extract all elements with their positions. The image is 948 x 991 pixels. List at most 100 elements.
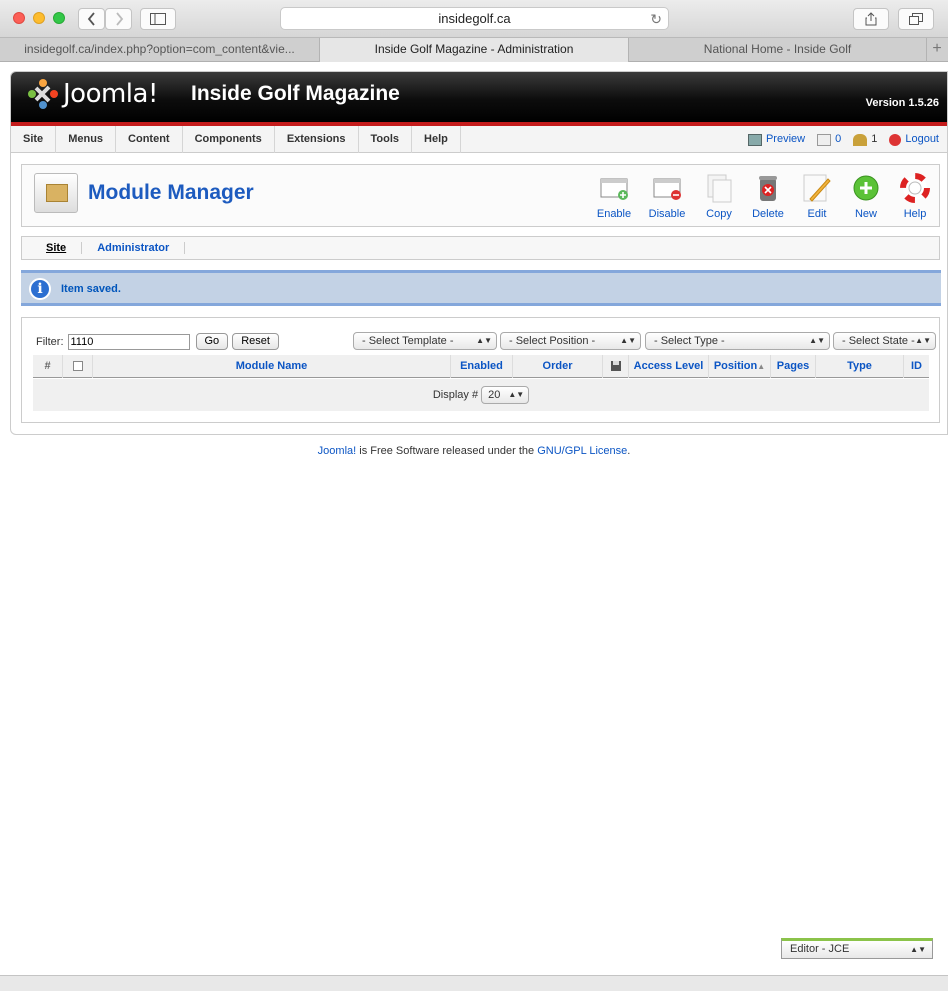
col-select-all[interactable] xyxy=(63,355,93,378)
back-button[interactable] xyxy=(78,8,105,30)
joomla-link[interactable]: Joomla! xyxy=(318,445,357,457)
menu-content[interactable]: Content xyxy=(116,125,183,153)
tabs-overview-button[interactable] xyxy=(898,8,934,30)
save-order-icon[interactable] xyxy=(610,360,622,372)
subnav-administrator[interactable]: Administrator xyxy=(82,242,186,254)
col-order[interactable]: Order xyxy=(513,355,603,378)
browser-titlebar: insidegolf.ca ↻ xyxy=(0,0,948,38)
col-type[interactable]: Type xyxy=(816,355,904,378)
col-number: # xyxy=(33,355,63,378)
module-manager-icon xyxy=(34,173,78,213)
tab-administration[interactable]: Inside Golf Magazine - Administration xyxy=(320,38,629,62)
new-tab-button[interactable]: + xyxy=(927,38,947,61)
menu-help[interactable]: Help xyxy=(412,125,461,153)
preview-icon xyxy=(747,133,762,146)
menu-extensions[interactable]: Extensions xyxy=(275,125,359,153)
joomla-logo-text: Joomla! xyxy=(63,79,158,109)
add-icon xyxy=(853,175,879,201)
preview-link[interactable]: Preview xyxy=(747,133,805,146)
license-link[interactable]: GNU/GPL License xyxy=(537,445,627,457)
messages-link[interactable]: 0 xyxy=(817,133,841,146)
menu-site[interactable]: Site xyxy=(11,125,57,153)
message-text: Item saved. xyxy=(61,283,121,295)
submenu: Site Administrator xyxy=(21,236,940,260)
menu-menus[interactable]: Menus xyxy=(56,125,117,153)
users-online: 1 xyxy=(853,133,877,146)
tabs-icon xyxy=(909,13,923,25)
admin-menubar: Site Menus Content Components Extensions… xyxy=(11,125,947,153)
col-enabled[interactable]: Enabled xyxy=(451,355,513,378)
updown-arrow-icon: ▲▼ xyxy=(915,336,931,345)
zoom-window-button[interactable] xyxy=(53,12,65,24)
copy-button[interactable]: Copy xyxy=(697,173,741,220)
version-label: Version 1.5.26 xyxy=(865,97,939,109)
menu-tools[interactable]: Tools xyxy=(359,125,413,153)
select-position[interactable]: - Select Position - ▲▼ xyxy=(500,332,641,350)
info-icon: i xyxy=(29,278,51,300)
url-text: insidegolf.ca xyxy=(438,11,511,26)
chevron-right-icon xyxy=(115,12,123,26)
tab-content[interactable]: insidegolf.ca/index.php?option=com_conte… xyxy=(0,38,320,62)
help-button[interactable]: Help xyxy=(893,173,937,220)
col-access-level[interactable]: Access Level xyxy=(629,355,709,378)
toolbar-box: Module Manager Enable Disable Copy Delet… xyxy=(21,164,940,227)
enable-button[interactable]: Enable xyxy=(592,173,636,220)
browser-tabbar: insidegolf.ca/index.php?option=com_conte… xyxy=(0,38,948,62)
users-icon xyxy=(853,133,868,146)
menu-components[interactable]: Components xyxy=(183,125,275,153)
col-pages[interactable]: Pages xyxy=(771,355,816,378)
lifebuoy-icon xyxy=(900,173,930,203)
module-list-form: Filter: Go Reset - Select Template -▲▼ -… xyxy=(21,317,940,423)
reload-icon[interactable]: ↻ xyxy=(650,8,662,30)
footer-text: is Free Software released under the xyxy=(356,445,538,457)
share-button[interactable] xyxy=(853,8,889,30)
editor-select[interactable]: Editor - JCE ▲▼ xyxy=(781,938,933,959)
admin-frame: Joomla! Inside Golf Magazine Version 1.5… xyxy=(10,71,948,435)
mail-icon xyxy=(817,133,832,146)
logout-icon xyxy=(889,133,902,146)
address-bar[interactable]: insidegolf.ca ↻ xyxy=(280,7,669,30)
joomla-logo: Joomla! xyxy=(27,78,158,110)
select-template[interactable]: - Select Template - ▲▼ xyxy=(353,332,497,350)
sidebar-button[interactable] xyxy=(140,8,176,30)
site-title: Inside Golf Magazine xyxy=(191,82,400,105)
new-button[interactable]: New xyxy=(844,173,888,220)
delete-button[interactable]: Delete xyxy=(746,173,790,220)
go-button[interactable]: Go xyxy=(195,333,229,350)
chevron-left-icon xyxy=(87,12,95,26)
updown-arrow-icon: ▲▼ xyxy=(508,390,525,400)
joomla-logo-icon xyxy=(28,79,58,109)
share-icon xyxy=(865,12,877,26)
col-save-order[interactable] xyxy=(603,355,629,378)
table-footer: Display # 20 ▲▼ xyxy=(33,378,929,411)
minimize-window-button[interactable] xyxy=(33,12,45,24)
col-position[interactable]: Position▲ xyxy=(709,355,771,378)
tab-national-home[interactable]: National Home - Inside Golf xyxy=(629,38,927,62)
reset-button[interactable]: Reset xyxy=(232,333,279,350)
copy-icon xyxy=(707,174,732,203)
edit-button[interactable]: Edit xyxy=(795,173,839,220)
updown-arrow-icon: ▲▼ xyxy=(476,336,492,345)
sidebar-icon xyxy=(150,13,166,25)
admin-header: Joomla! Inside Golf Magazine Version 1.5… xyxy=(11,72,947,126)
logout-link[interactable]: Logout xyxy=(889,133,939,146)
browser-status-bar xyxy=(0,975,948,991)
col-module-name[interactable]: Module Name xyxy=(93,355,451,378)
forward-button[interactable] xyxy=(105,8,132,30)
sort-asc-icon: ▲ xyxy=(757,362,766,371)
checkbox-icon[interactable] xyxy=(72,361,83,372)
disable-button[interactable]: Disable xyxy=(645,173,689,220)
enable-icon xyxy=(600,178,628,200)
subnav-site[interactable]: Site xyxy=(22,242,83,254)
page-title: Module Manager xyxy=(88,181,254,204)
system-message: i Item saved. xyxy=(21,270,941,306)
updown-arrow-icon: ▲▼ xyxy=(809,336,825,345)
trash-icon xyxy=(759,176,777,201)
admin-footer: Joomla! is Free Software released under … xyxy=(317,445,631,457)
filter-input[interactable] xyxy=(67,333,190,350)
col-id[interactable]: ID xyxy=(904,355,929,378)
select-state[interactable]: - Select State - ▲▼ xyxy=(833,332,936,350)
select-type[interactable]: - Select Type - ▲▼ xyxy=(645,332,830,350)
display-limit-select[interactable]: 20 ▲▼ xyxy=(481,386,530,405)
close-window-button[interactable] xyxy=(13,12,25,24)
